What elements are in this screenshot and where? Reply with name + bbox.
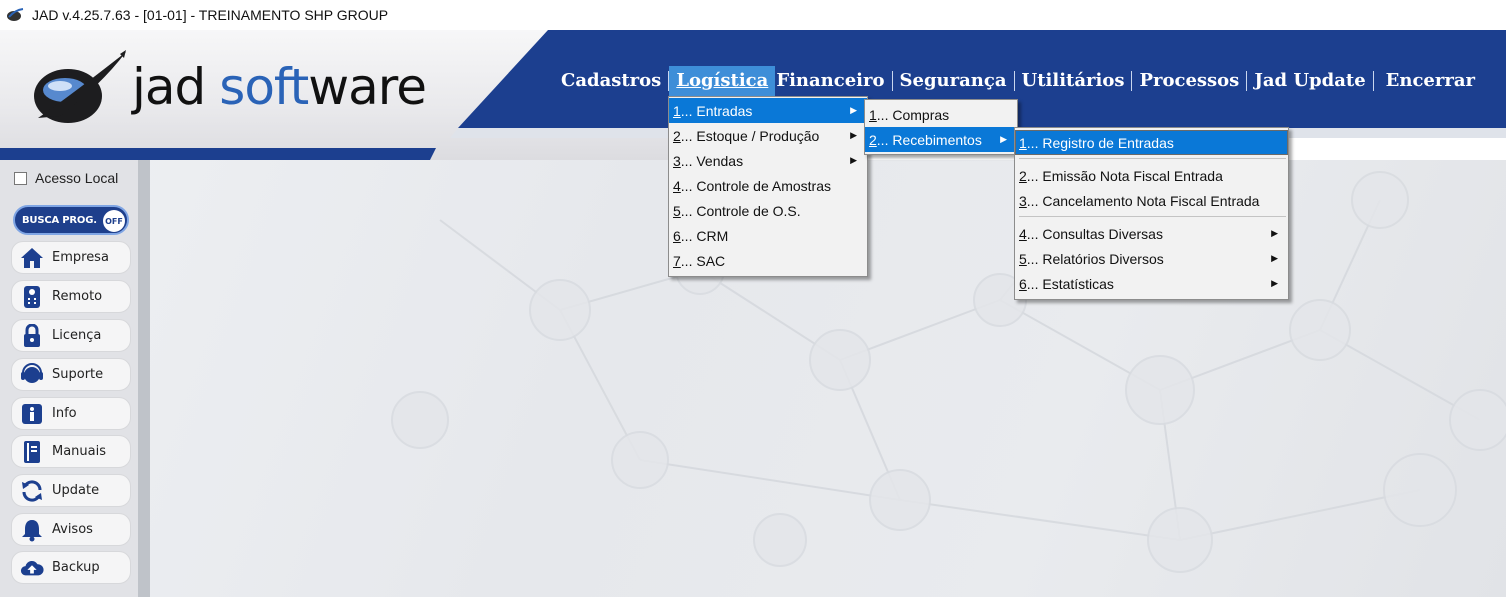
empresa-label: Empresa — [52, 250, 109, 265]
menu-processos[interactable]: Processos — [1132, 66, 1246, 96]
menu-item-consultas-diversas[interactable]: 4... Consultas Diversas ▶ — [1015, 221, 1288, 246]
window-titlebar: JAD v.4.25.7.63 - [01-01] - TREINAMENTO … — [0, 0, 1506, 30]
licenca-label: Licença — [52, 328, 102, 343]
menu-item-emissao-nf-entrada[interactable]: 2... Emissão Nota Fiscal Entrada — [1015, 163, 1288, 188]
submenu-arrow-icon: ▶ — [1271, 278, 1278, 288]
menu-divider — [1019, 216, 1286, 217]
menu-item-vendas[interactable]: 3... Vendas ▶ — [669, 148, 867, 173]
recebimentos-submenu: 1... Registro de Entradas 2... Emissão N… — [1014, 127, 1289, 300]
info-label: Info — [52, 406, 77, 421]
left-sidebar: Acesso Local BUSCA PROG. OFF Empresa Rem… — [0, 160, 150, 597]
backup-button[interactable]: Backup — [11, 551, 131, 584]
headset-icon — [20, 362, 44, 387]
backup-label: Backup — [52, 560, 100, 575]
suporte-button[interactable]: Suporte — [11, 358, 131, 391]
info-button[interactable]: Info — [11, 397, 131, 430]
submenu-arrow-icon: ▶ — [850, 105, 857, 115]
menu-item-entradas[interactable]: 1... Entradas ▶ — [669, 98, 867, 123]
menu-item-relatorios-diversos[interactable]: 5... Relatórios Diversos ▶ — [1015, 246, 1288, 271]
menu-cadastros[interactable]: Cadastros — [554, 66, 668, 96]
home-icon — [20, 246, 44, 270]
menu-utilitarios[interactable]: Utilitários — [1015, 66, 1132, 96]
update-label: Update — [52, 483, 100, 498]
menu-item-sac[interactable]: 7... SAC — [669, 248, 867, 273]
busca-prog-state: OFF — [103, 210, 125, 232]
update-button[interactable]: Update — [11, 474, 131, 507]
app-logo-icon — [7, 8, 24, 21]
bell-icon — [20, 518, 44, 542]
busca-prog-toggle[interactable]: BUSCA PROG. OFF — [13, 205, 129, 235]
licenca-button[interactable]: Licença — [11, 319, 131, 352]
logo-swoosh-icon — [34, 50, 126, 123]
submenu-arrow-icon: ▶ — [850, 130, 857, 140]
menu-item-crm[interactable]: 6... CRM — [669, 223, 867, 248]
lock-icon — [20, 323, 44, 348]
submenu-arrow-icon: ▶ — [850, 155, 857, 165]
book-icon — [20, 440, 44, 464]
menu-seguranca[interactable]: Segurança — [893, 66, 1014, 96]
remoto-button[interactable]: Remoto — [11, 280, 131, 313]
submenu-arrow-icon: ▶ — [1271, 228, 1278, 238]
manuais-label: Manuais — [52, 444, 107, 459]
logo-text: jad software — [132, 58, 427, 116]
menu-item-estoque-producao[interactable]: 2... Estoque / Produção ▶ — [669, 123, 867, 148]
suporte-label: Suporte — [52, 367, 104, 382]
busca-prog-label: BUSCA PROG. — [22, 214, 97, 226]
entradas-submenu: 1... Compras 2... Recebimentos ▶ — [864, 99, 1018, 155]
submenu-arrow-icon: ▶ — [1271, 253, 1278, 263]
remote-control-icon — [20, 285, 44, 309]
avisos-button[interactable]: Avisos — [11, 513, 131, 546]
refresh-icon — [20, 479, 44, 503]
logistica-dropdown: 1... Entradas ▶ 2... Estoque / Produção … — [668, 96, 868, 277]
menu-item-registro-entradas[interactable]: 1... Registro de Entradas — [1015, 130, 1288, 155]
submenu-arrow-icon: ▶ — [1000, 134, 1007, 144]
remoto-label: Remoto — [52, 289, 103, 304]
main-menubar: Cadastros Logística Financeiro Segurança… — [554, 66, 1482, 96]
menu-item-estatisticas[interactable]: 6... Estatísticas ▶ — [1015, 271, 1288, 296]
acesso-local-row[interactable]: Acesso Local — [14, 170, 118, 186]
info-icon — [20, 402, 44, 426]
menu-jad-update[interactable]: Jad Update — [1247, 66, 1372, 96]
jad-software-logo: jad software — [30, 46, 427, 128]
menu-item-recebimentos[interactable]: 2... Recebimentos ▶ — [865, 127, 1017, 152]
menu-item-cancelamento-nf-entrada[interactable]: 3... Cancelamento Nota Fiscal Entrada — [1015, 188, 1288, 213]
menu-item-controle-os[interactable]: 5... Controle de O.S. — [669, 198, 867, 223]
menu-financeiro[interactable]: Financeiro — [775, 66, 891, 96]
acesso-local-label: Acesso Local — [35, 170, 119, 186]
manuais-button[interactable]: Manuais — [11, 435, 131, 468]
empresa-button[interactable]: Empresa — [11, 241, 131, 274]
menu-divider — [1019, 158, 1286, 159]
cloud-upload-icon — [20, 556, 44, 580]
menu-item-controle-amostras[interactable]: 4... Controle de Amostras — [669, 173, 867, 198]
menu-logistica[interactable]: Logística — [669, 66, 776, 96]
menu-encerrar[interactable]: Encerrar — [1374, 66, 1482, 96]
acesso-local-checkbox[interactable] — [14, 171, 27, 185]
avisos-label: Avisos — [52, 522, 93, 537]
window-title: JAD v.4.25.7.63 - [01-01] - TREINAMENTO … — [32, 7, 389, 23]
menu-item-compras[interactable]: 1... Compras — [865, 102, 1017, 127]
